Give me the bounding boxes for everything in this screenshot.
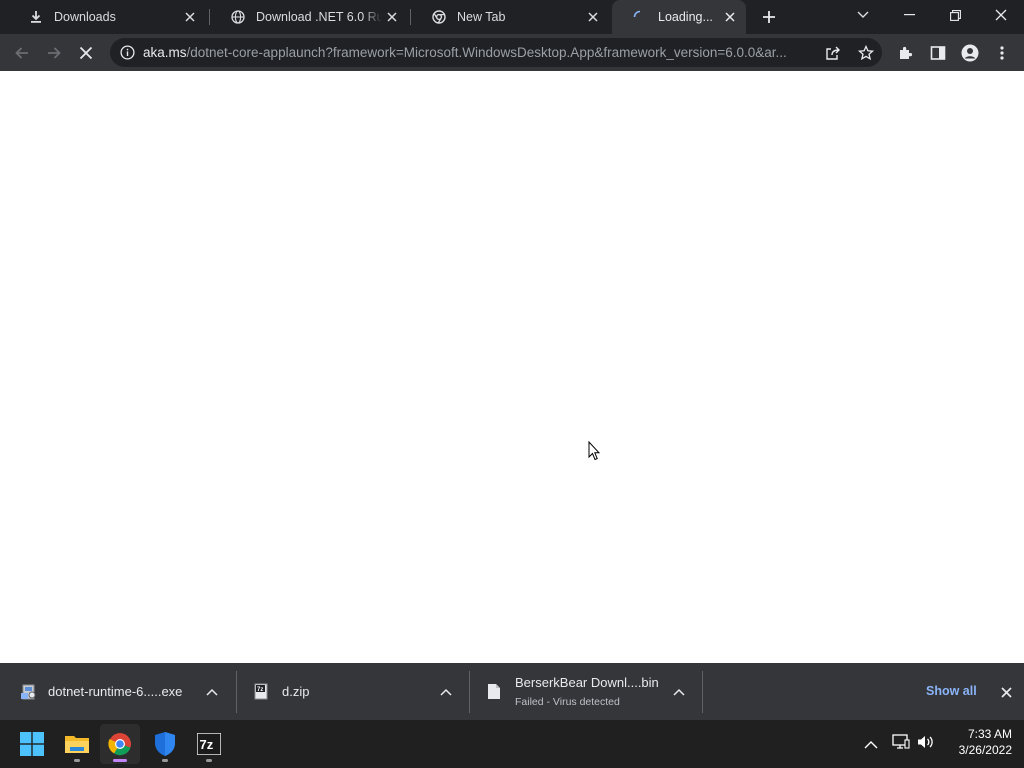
- svg-text:7z: 7z: [257, 687, 263, 693]
- plus-icon: [763, 11, 775, 23]
- download-filename: BerserkBear Downl....bin: [515, 675, 659, 690]
- taskbar-windows-security[interactable]: [145, 724, 185, 764]
- 7zip-file-icon: 7z: [252, 683, 270, 701]
- tab-label: Loading...: [658, 10, 713, 24]
- avatar-icon: [961, 44, 979, 62]
- arrow-right-icon: [48, 47, 61, 59]
- extensions-button[interactable]: [892, 39, 920, 67]
- side-panel-button[interactable]: [924, 39, 952, 67]
- download-item[interactable]: 7z d.zip: [246, 663, 468, 720]
- close-tab-icon[interactable]: [583, 7, 603, 27]
- windows-logo-icon: [20, 732, 44, 756]
- tab-label: Downloads: [54, 10, 116, 24]
- url-path: /dotnet-core-applaunch?framework=Microso…: [186, 45, 787, 60]
- installer-icon: [20, 683, 38, 701]
- running-indicator: [162, 759, 168, 762]
- close-tab-icon[interactable]: [382, 7, 402, 27]
- loading-spinner-icon: [632, 9, 648, 25]
- folder-icon: [65, 736, 89, 753]
- download-shelf: dotnet-runtime-6.....exe 7z d.zip Berser…: [0, 663, 1024, 720]
- tab-label: New Tab: [457, 10, 506, 24]
- close-icon: [1000, 686, 1012, 698]
- side-panel-icon: [930, 46, 946, 60]
- share-icon[interactable]: [824, 44, 842, 62]
- taskbar-file-explorer[interactable]: [57, 724, 97, 764]
- shield-icon: [155, 732, 175, 756]
- arrow-left-icon: [15, 47, 28, 59]
- url-host: aka.ms: [143, 45, 187, 60]
- download-status: Failed - Virus detected: [515, 696, 620, 708]
- chrome-menu-button[interactable]: [988, 39, 1016, 67]
- mouse-cursor-icon: [588, 441, 600, 461]
- browser-toolbar: aka.ms/dotnet-core-applaunch?framework=M…: [0, 34, 1024, 71]
- restore-button[interactable]: [932, 0, 978, 30]
- download-item[interactable]: BerserkBear Downl....bin Failed - Virus …: [479, 663, 701, 720]
- back-button[interactable]: [8, 39, 36, 67]
- start-button[interactable]: [12, 724, 52, 764]
- tab-label: Download .NET 6.0 Runtime: [256, 10, 382, 24]
- profile-button[interactable]: [956, 39, 984, 67]
- close-tab-icon[interactable]: [180, 7, 200, 27]
- minimize-icon: [903, 14, 915, 16]
- puzzle-icon: [900, 46, 913, 59]
- restore-icon: [949, 9, 961, 21]
- active-indicator: [113, 759, 127, 762]
- tab-new-tab[interactable]: New Tab: [411, 0, 609, 34]
- file-icon: [487, 683, 503, 701]
- stop-icon: [79, 46, 93, 60]
- stop-loading-button[interactable]: [72, 39, 100, 67]
- download-filename: d.zip: [282, 684, 310, 699]
- close-shelf-button[interactable]: [998, 684, 1014, 700]
- tab-loading[interactable]: Loading...: [612, 0, 746, 34]
- svg-text:7z: 7z: [200, 737, 214, 752]
- tab-dotnet-download[interactable]: Download .NET 6.0 Runtime: [210, 0, 408, 34]
- taskbar-7zip[interactable]: 7z: [189, 724, 229, 764]
- tab-downloads[interactable]: Downloads: [8, 0, 206, 34]
- running-indicator: [206, 759, 212, 762]
- url-text[interactable]: aka.ms/dotnet-core-applaunch?framework=M…: [143, 45, 815, 60]
- clock-time: 7:33 AM: [967, 727, 1012, 741]
- chrome-icon: [431, 9, 447, 25]
- download-divider: [469, 671, 470, 713]
- close-icon: [995, 9, 1007, 21]
- download-divider: [236, 671, 237, 713]
- clock-date: 3/26/2022: [958, 743, 1012, 757]
- 7zip-app-icon: 7z: [197, 733, 221, 755]
- chevron-up-icon[interactable]: [864, 736, 878, 754]
- volume-icon[interactable]: [917, 734, 935, 755]
- download-divider: [702, 671, 703, 713]
- new-tab-button[interactable]: [755, 3, 783, 31]
- address-bar[interactable]: aka.ms/dotnet-core-applaunch?framework=M…: [110, 38, 882, 67]
- windows-taskbar: 7z 7:33 AM 3/26/2022: [0, 720, 1024, 768]
- chevron-down-icon: [857, 11, 869, 18]
- forward-button[interactable]: [40, 39, 68, 67]
- chrome-logo-icon: [108, 733, 131, 756]
- tab-search-button[interactable]: [840, 0, 886, 30]
- download-icon: [28, 9, 44, 25]
- minimize-button[interactable]: [886, 0, 932, 30]
- chevron-up-icon[interactable]: [673, 684, 685, 699]
- tab-strip: Downloads Download .NET 6.0 Runtime New …: [0, 0, 1024, 34]
- close-window-button[interactable]: [978, 0, 1024, 30]
- download-info: BerserkBear Downl....bin Failed - Virus …: [515, 675, 659, 708]
- download-filename: dotnet-runtime-6.....exe: [48, 684, 183, 699]
- globe-icon: [230, 9, 246, 25]
- chevron-up-icon[interactable]: [440, 684, 452, 699]
- page-content: [0, 71, 1024, 663]
- close-tab-icon[interactable]: [720, 7, 740, 27]
- clock[interactable]: 7:33 AM 3/26/2022: [940, 726, 1012, 758]
- network-icon[interactable]: [892, 734, 910, 755]
- site-info-icon[interactable]: [119, 45, 135, 61]
- running-indicator: [74, 759, 80, 762]
- taskbar-chrome[interactable]: [100, 724, 140, 764]
- chevron-up-icon[interactable]: [206, 684, 218, 699]
- more-vert-icon: [1000, 46, 1004, 60]
- download-item[interactable]: dotnet-runtime-6.....exe: [14, 663, 236, 720]
- bookmark-star-icon[interactable]: [857, 44, 875, 62]
- show-all-button[interactable]: Show all: [926, 684, 977, 698]
